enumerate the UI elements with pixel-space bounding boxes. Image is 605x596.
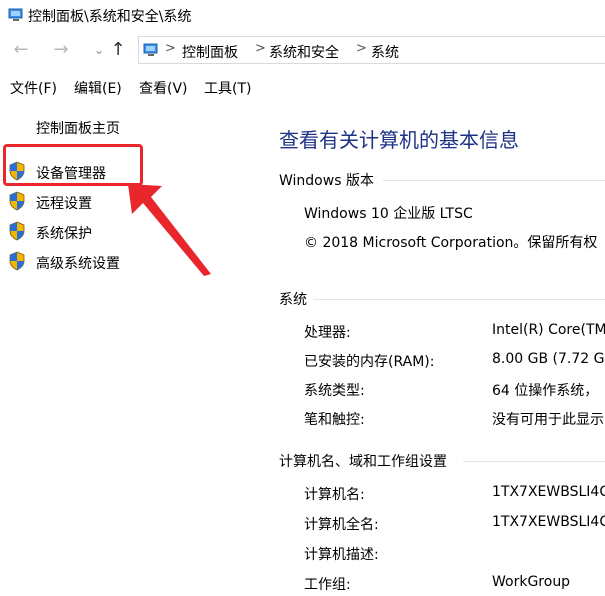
remote-settings-link[interactable]: 远程设置: [36, 193, 92, 213]
breadcrumb-system-security[interactable]: 系统和安全: [269, 42, 339, 62]
shield-icon: [9, 251, 25, 271]
shield-icon: [9, 191, 25, 211]
windows-edition-section-title: Windows 版本: [279, 173, 374, 189]
navigation-bar: ← → ⌄ ↑ > 控制面板 > 系统和安全 > 系统: [0, 32, 605, 68]
system-section-title: 系统: [279, 292, 307, 308]
section-divider: [383, 180, 605, 181]
control-panel-home-link[interactable]: 控制面板主页: [36, 118, 120, 138]
ram-value: 8.00 GB (7.72 GB: [492, 351, 605, 367]
menu-tools[interactable]: 工具(T): [204, 78, 251, 98]
shield-icon: [9, 221, 25, 241]
menu-file[interactable]: 文件(F): [10, 78, 57, 98]
menu-view[interactable]: 查看(V): [139, 78, 188, 98]
title-bar: 控制面板\系统和安全\系统: [0, 0, 605, 30]
control-panel-icon: [143, 43, 158, 56]
breadcrumb-control-panel[interactable]: 控制面板: [182, 42, 238, 62]
computer-name-section-title: 计算机名、域和工作组设置: [279, 454, 447, 470]
full-computer-name-label: 计算机全名:: [304, 517, 379, 533]
system-protection-link[interactable]: 系统保护: [36, 223, 92, 243]
breadcrumb-separator[interactable]: >: [356, 41, 367, 56]
breadcrumb-system[interactable]: 系统: [371, 42, 399, 62]
ram-label: 已安装的内存(RAM):: [304, 354, 435, 370]
annotation-arrow-icon: [128, 184, 211, 276]
control-panel-icon: [8, 8, 23, 21]
pen-touch-value: 没有可用于此显示: [492, 412, 604, 428]
breadcrumb-separator[interactable]: >: [165, 41, 176, 56]
processor-label: 处理器:: [304, 325, 351, 341]
advanced-system-settings-link[interactable]: 高级系统设置: [36, 253, 120, 273]
breadcrumb-separator[interactable]: >: [255, 41, 266, 56]
computer-name-value: 1TX7XEWBSLI4C: [492, 484, 605, 500]
workgroup-value: WorkGroup: [492, 574, 571, 590]
window-title: 控制面板\系统和安全\系统: [28, 9, 192, 25]
menu-edit[interactable]: 编辑(E): [74, 78, 122, 98]
windows-edition-value: Windows 10 企业版 LTSC: [304, 206, 473, 222]
copyright-text: © 2018 Microsoft Corporation。保留所有权: [304, 235, 598, 251]
system-type-value: 64 位操作系统，: [492, 383, 599, 399]
page-title: 查看有关计算机的基本信息: [279, 128, 519, 152]
computer-description-label: 计算机描述:: [304, 547, 379, 563]
back-button[interactable]: ←: [10, 40, 32, 60]
forward-button[interactable]: →: [50, 40, 72, 60]
computer-name-label: 计算机名:: [304, 487, 365, 503]
system-type-label: 系统类型:: [304, 383, 365, 399]
processor-value: Intel(R) Core(TM: [492, 322, 605, 338]
address-bar[interactable]: > 控制面板 > 系统和安全 > 系统: [138, 36, 605, 64]
menu-bar: 文件(F) 编辑(E) 查看(V) 工具(T): [0, 74, 605, 98]
workgroup-label: 工作组:: [304, 577, 351, 593]
up-button[interactable]: ↑: [107, 40, 129, 60]
pen-touch-label: 笔和触控:: [304, 412, 365, 428]
full-computer-name-value: 1TX7XEWBSLI4C: [492, 514, 605, 530]
section-divider: [313, 299, 605, 300]
section-divider: [463, 461, 605, 462]
